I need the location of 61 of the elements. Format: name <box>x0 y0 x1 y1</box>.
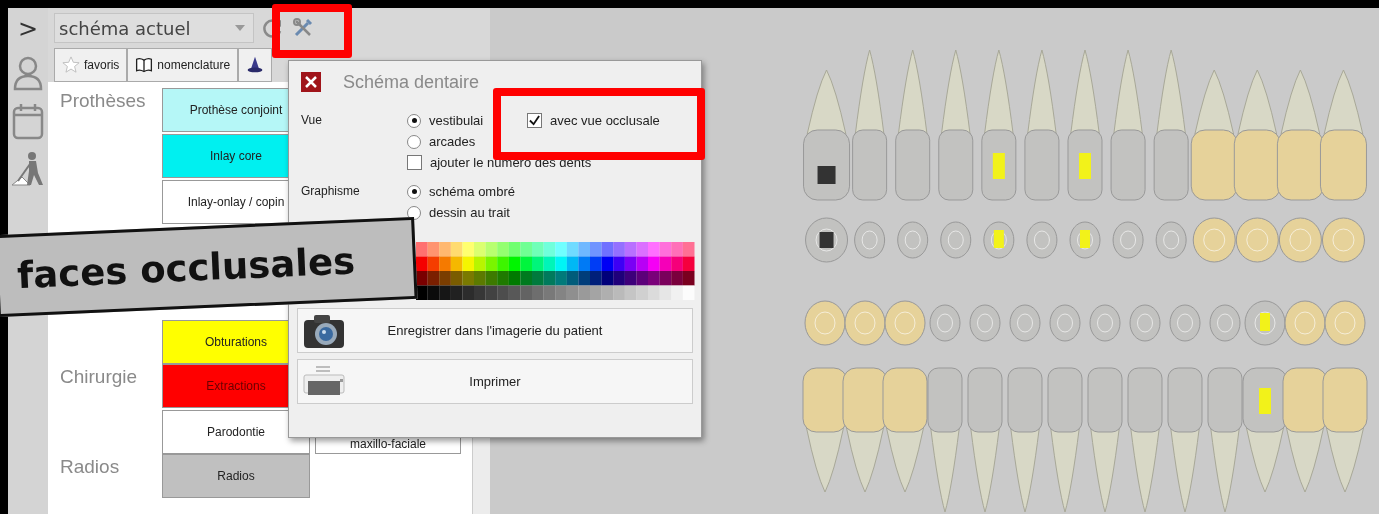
occlusal-tooth-drawing <box>1321 217 1365 263</box>
occlusal-tooth-drawing <box>1235 217 1279 263</box>
color-palette[interactable] <box>415 242 695 300</box>
wizard-hat-icon <box>246 56 265 74</box>
tab[interactable]: favoris <box>54 48 128 82</box>
occlusal-tooth-drawing <box>1155 221 1187 259</box>
occlusal-tooth-drawing <box>1324 300 1366 346</box>
close-button[interactable] <box>301 72 321 92</box>
calendar-icon[interactable] <box>12 102 44 140</box>
occlusal-tooth-drawing <box>940 221 972 259</box>
tab[interactable] <box>238 48 273 82</box>
radio-button[interactable] <box>407 134 421 149</box>
occlusal-tooth-drawing <box>1069 221 1101 259</box>
tools-icon[interactable] <box>292 17 314 39</box>
occlusal-tooth-drawing <box>1169 304 1201 342</box>
checkbox[interactable] <box>407 155 422 170</box>
dialog-title: Schéma dentaire <box>343 71 480 93</box>
radio-button[interactable] <box>407 184 421 199</box>
occlusal-tooth-drawing <box>1049 304 1081 342</box>
occlusal-tooth-drawing <box>929 304 961 342</box>
occlusal-tooth-drawing <box>805 217 849 263</box>
option-label[interactable]: arcades <box>429 134 476 149</box>
person-icon[interactable] <box>12 54 44 92</box>
occlusal-tooth-drawing <box>1244 300 1286 346</box>
radio-button[interactable] <box>407 205 421 220</box>
occlusal-tooth-drawing <box>1284 300 1326 346</box>
category-label: Prothèses <box>59 89 147 113</box>
book-icon <box>135 56 154 74</box>
occlusal-tooth-drawing <box>969 304 1001 342</box>
occlusal-tooth-drawing <box>1129 304 1161 342</box>
option-label[interactable]: dessin au trait <box>429 205 510 220</box>
occlusal-tooth-drawing <box>1009 304 1041 342</box>
occlusal-tooth-drawing <box>1089 304 1121 342</box>
occlusal-tooth-drawing <box>1112 221 1144 259</box>
occlusal-tooth-drawing <box>1026 221 1058 259</box>
action-button[interactable]: Enregistrer dans l'imagerie du patient <box>297 308 693 353</box>
occlusal-tooth-drawing <box>983 221 1015 259</box>
category-label: Chirurgie <box>59 365 139 389</box>
scheme-dropdown[interactable]: schéma actuel <box>54 13 254 43</box>
checkbox[interactable] <box>527 113 542 128</box>
occlusal-tooth-drawing <box>804 300 846 346</box>
occlusal-tooth-drawing <box>844 300 886 346</box>
star-icon <box>62 56 80 74</box>
option-label[interactable]: avec vue occlusale <box>550 113 660 128</box>
radio-button[interactable] <box>407 113 421 128</box>
occlusal-tooth-drawing <box>854 221 886 259</box>
occlusal-tooth-drawing <box>1192 217 1236 263</box>
option-label[interactable]: vestibulai <box>429 113 484 128</box>
occlusal-tooth-drawing <box>1209 304 1241 342</box>
occlusal-tooth-drawing <box>884 300 926 346</box>
occlusal-tooth-drawing <box>1278 217 1322 263</box>
refresh-icon[interactable] <box>262 17 284 39</box>
worker-icon[interactable] <box>12 150 44 188</box>
tab[interactable]: nomenclature <box>127 48 239 82</box>
expand-toggle[interactable]: > <box>17 14 39 44</box>
act-button[interactable]: Radios <box>162 454 310 498</box>
occlusal-tooth-drawing <box>897 221 929 259</box>
action-button[interactable]: Imprimer <box>297 359 693 404</box>
act-button[interactable]: Parodontie <box>162 410 310 454</box>
category-label: Radios <box>59 455 121 479</box>
option-label[interactable]: schéma ombré <box>429 184 515 199</box>
